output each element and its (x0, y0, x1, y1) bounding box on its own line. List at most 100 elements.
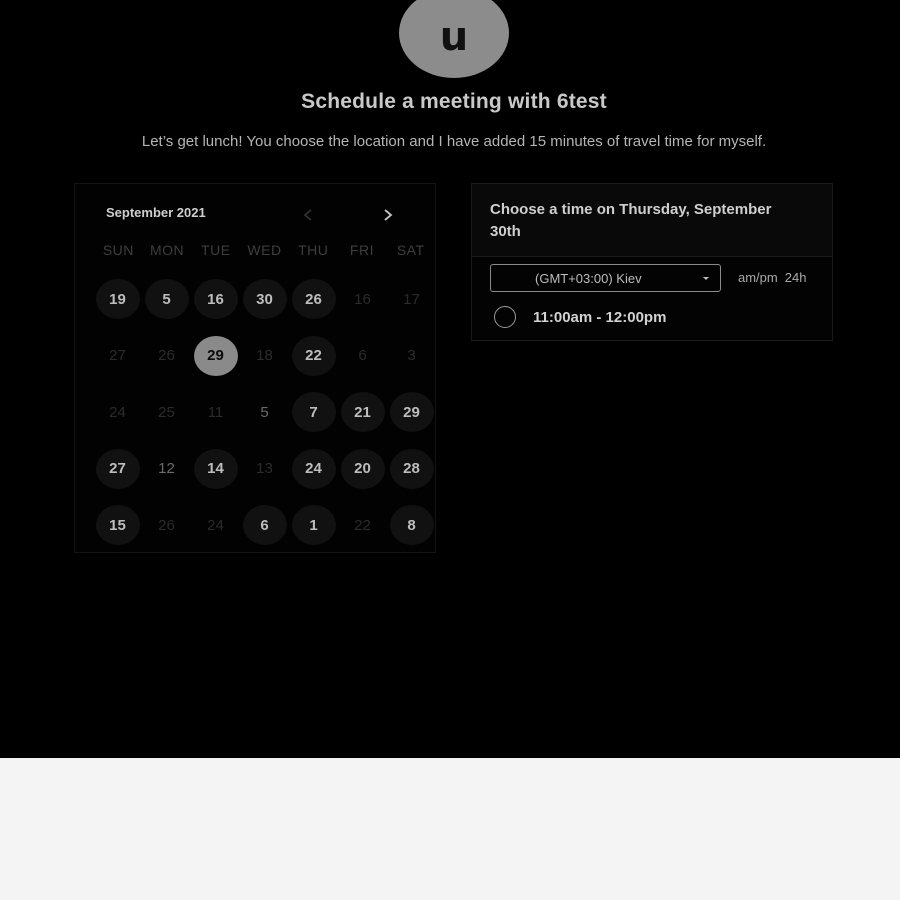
calendar-day-cell: 16 (338, 271, 387, 328)
calendar-day-cell: 14 (191, 441, 240, 498)
calendar-day-cell: 8 (387, 497, 436, 554)
page-title: Schedule a meeting with 6test (301, 90, 607, 113)
calendar-day-cell: 25 (142, 384, 191, 441)
calendar-day: 17 (403, 290, 420, 308)
calendar-day: 26 (158, 347, 175, 365)
main-overlay: u Schedule a meeting with 6test Let’s ge… (0, 0, 900, 758)
calendar-day-cell: 24 (289, 441, 338, 498)
calendar-day-cell: 26 (289, 271, 338, 328)
calendar-day[interactable]: 19 (95, 279, 140, 320)
calendar-day-cell: 29 (387, 384, 436, 441)
time-panel: Choose a time on Thursday, September 30t… (471, 183, 833, 341)
weekday-label: FRI (349, 242, 374, 258)
weekday-label: WED (247, 242, 282, 258)
calendar-day: 25 (158, 403, 175, 421)
calendar-day-selected[interactable]: 29 (193, 335, 238, 376)
calendar-day-cell: 26 (142, 497, 191, 554)
calendar-day-cell: 16 (191, 271, 240, 328)
calendar-day: 6 (358, 347, 367, 365)
page-subtitle: Let’s get lunch! You choose the location… (141, 133, 767, 150)
calendar-day-cell: 26 (142, 328, 191, 385)
calendar-day[interactable]: 21 (340, 392, 385, 433)
calendar-day[interactable]: 29 (389, 392, 434, 433)
weekday-label: SUN (102, 242, 134, 258)
calendar-day-cell: 17 (387, 271, 436, 328)
weekday-label: MON (149, 242, 185, 258)
calendar-day[interactable]: 28 (389, 448, 434, 489)
calendar-day-cell: 22 (338, 497, 387, 554)
calendar-day-cell: 12 (142, 441, 191, 498)
chevron-right-icon (384, 209, 393, 221)
calendar-day[interactable]: 24 (291, 448, 336, 489)
calendar-day[interactable]: 20 (340, 448, 385, 489)
weekday-header: SUN MON TUE WED THU FRI SAT (94, 242, 435, 258)
calendar-day: 22 (354, 516, 371, 534)
calendar-prev-button[interactable] (294, 201, 322, 229)
time-slot[interactable]: 11:00am - 12:00pm (494, 306, 666, 328)
calendar-day[interactable]: 5 (144, 279, 189, 320)
weekday-label: SAT (396, 242, 425, 258)
calendar-day-cell: 28 (387, 441, 436, 498)
calendar-day[interactable]: 26 (291, 279, 336, 320)
calendar-day-cell: 21 (338, 384, 387, 441)
calendar-day[interactable]: 16 (193, 279, 238, 320)
calendar-day-cell: 18 (240, 328, 289, 385)
format-ampm-option[interactable]: am/pm (738, 270, 778, 285)
calendar-day-cell: 6 (338, 328, 387, 385)
calendar-day-grid: 19 5 16 30 26 16 17 27 26 29 18 22 6 3 24 25 11 5 7 21 29 27 1… (93, 271, 436, 554)
calendar-day-cell: 3 (387, 328, 436, 385)
calendar-day: 5 (260, 403, 269, 421)
calendar-day: 27 (109, 347, 126, 365)
avatar-letter: u (439, 14, 469, 60)
calendar-month-label: September 2021 (106, 205, 206, 220)
calendar-day-cell: 30 (240, 271, 289, 328)
chevron-left-icon (303, 209, 312, 221)
calendar-day-cell: 7 (289, 384, 338, 441)
calendar-day: 13 (256, 460, 273, 478)
calendar: September 2021 SUN MON TUE WED THU FRI S… (74, 183, 436, 553)
calendar-day[interactable]: 22 (291, 335, 336, 376)
calendar-day-cell: 24 (191, 497, 240, 554)
calendar-day[interactable]: 27 (95, 448, 140, 489)
timezone-value: (GMT+03:00) Kiev (535, 271, 642, 286)
calendar-day-cell: 20 (338, 441, 387, 498)
calendar-next-button[interactable] (374, 201, 402, 229)
weekday-label: THU (298, 242, 329, 258)
calendar-day: 11 (207, 403, 224, 421)
calendar-day-cell: 22 (289, 328, 338, 385)
timezone-select[interactable]: (GMT+03:00) Kiev (490, 264, 721, 292)
calendar-day[interactable]: 8 (389, 505, 434, 546)
calendar-day[interactable]: 14 (193, 448, 238, 489)
radio-button[interactable] (494, 306, 516, 328)
calendar-day[interactable]: 1 (291, 505, 336, 546)
time-format-toggle: am/pm 24h (738, 270, 806, 285)
calendar-day[interactable]: 30 (242, 279, 287, 320)
calendar-day: 24 (207, 516, 224, 534)
calendar-day-cell: 6 (240, 497, 289, 554)
calendar-day-cell: 5 (240, 384, 289, 441)
calendar-day: 18 (256, 347, 273, 365)
calendar-day-cell: 29 (191, 328, 240, 385)
calendar-day: 26 (158, 516, 175, 534)
calendar-day-cell: 27 (93, 328, 142, 385)
time-panel-title: Choose a time on Thursday, September 30t… (490, 201, 772, 240)
calendar-day-cell: 5 (142, 271, 191, 328)
calendar-day: 3 (407, 347, 416, 365)
calendar-day[interactable]: 7 (291, 392, 336, 433)
calendar-day: 24 (109, 403, 126, 421)
calendar-day: 16 (354, 290, 371, 308)
time-panel-header: Choose a time on Thursday, September 30t… (472, 184, 832, 257)
calendar-day-cell: 13 (240, 441, 289, 498)
avatar: u (399, 0, 509, 78)
weekday-label: TUE (201, 242, 231, 258)
calendar-day[interactable]: 15 (95, 505, 140, 546)
caret-down-icon (703, 277, 709, 280)
format-24h-option[interactable]: 24h (785, 270, 807, 285)
calendar-day-cell: 24 (93, 384, 142, 441)
time-slot-label: 11:00am - 12:00pm (533, 308, 667, 326)
calendar-day-cell: 11 (191, 384, 240, 441)
calendar-day-cell: 27 (93, 441, 142, 498)
calendar-day: 12 (158, 460, 175, 478)
calendar-day-cell: 15 (93, 497, 142, 554)
calendar-day[interactable]: 6 (242, 505, 287, 546)
